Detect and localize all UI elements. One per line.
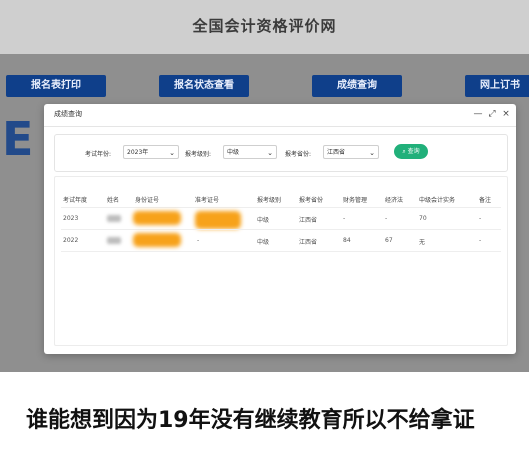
query-button[interactable]: ⌕ 查询 [394, 144, 428, 159]
nav-order-books[interactable]: 网上订书 [465, 75, 529, 97]
dialog-title: 成绩查询 [54, 110, 82, 118]
year-select[interactable]: 2023年 ⌄ [123, 145, 179, 159]
col-header-level: 报考级别 [257, 197, 282, 204]
table-cell-year: 2022 [63, 237, 79, 244]
maximize-icon[interactable]: ⤢ [486, 107, 498, 121]
province-label: 报考省份: [285, 151, 312, 158]
query-button-label: 查询 [407, 148, 420, 155]
minimize-icon[interactable]: — [472, 107, 484, 121]
redacted-id [133, 211, 181, 225]
table-cell-econ-law: - [385, 215, 388, 222]
col-header-finance: 财务管理 [343, 197, 368, 204]
nav-score-query[interactable]: 成绩查询 [312, 75, 402, 97]
level-select-value: 中级 [227, 149, 240, 156]
table-cell-level: 中级 [257, 239, 270, 246]
chevron-down-icon: ⌄ [169, 149, 175, 157]
redacted-id [133, 233, 181, 247]
results-table: 考试年度 姓名 身份证号 准考证号 报考级别 报考省份 财务管理 经济法 中级会… [54, 176, 508, 346]
table-cell-remark: - [479, 237, 482, 244]
site-header: 全国会计资格评价网 [0, 0, 529, 54]
table-cell-remark: - [479, 215, 482, 222]
province-select[interactable]: 江西省 ⌄ [323, 145, 379, 159]
redacted-name [107, 215, 121, 222]
redacted-admission [195, 211, 241, 229]
row-divider [61, 229, 501, 230]
background-graphic: E [2, 112, 34, 166]
level-select[interactable]: 中级 ⌄ [223, 145, 277, 159]
table-cell-finance: - [343, 215, 346, 222]
nav-status[interactable]: 报名状态查看 [159, 75, 249, 97]
col-header-province: 报考省份 [299, 197, 324, 204]
search-icon: ⌕ [402, 148, 406, 155]
col-header-remark: 备注 [479, 197, 492, 204]
row-divider [61, 251, 501, 252]
table-cell-province: 江西省 [299, 217, 318, 224]
table-cell-econ-law: 67 [385, 237, 393, 244]
col-header-year: 考试年度 [63, 197, 88, 204]
table-cell-accounting: 70 [419, 215, 427, 222]
screenshot-area: 全国会计资格评价网 报名表打印 报名状态查看 成绩查询 网上订书 E 成绩查询 … [0, 0, 529, 372]
redacted-name [107, 237, 121, 244]
chevron-down-icon: ⌄ [267, 149, 273, 157]
year-label: 考试年份: [85, 151, 112, 158]
col-header-econ-law: 经济法 [385, 197, 404, 204]
table-cell-year: 2023 [63, 215, 79, 222]
row-divider [61, 207, 501, 208]
site-title: 全国会计资格评价网 [192, 17, 337, 35]
dialog-titlebar: 成绩查询 — ⤢ × [44, 104, 516, 127]
nav-print-form[interactable]: 报名表打印 [6, 75, 106, 97]
filter-bar: 考试年份: 2023年 ⌄ 报考级别: 中级 ⌄ 报考省份: 江西省 ⌄ ⌕ 查… [54, 134, 508, 172]
close-icon[interactable]: × [500, 107, 512, 121]
score-query-dialog: 成绩查询 — ⤢ × 考试年份: 2023年 ⌄ 报考级别: 中级 ⌄ 报考省份… [44, 104, 516, 354]
table-cell-accounting: 无 [419, 239, 426, 246]
chevron-down-icon: ⌄ [369, 149, 375, 157]
col-header-admission: 准考证号 [195, 197, 220, 204]
table-cell-level: 中级 [257, 217, 270, 224]
level-label: 报考级别: [185, 151, 212, 158]
col-header-name: 姓名 [107, 197, 120, 204]
year-select-value: 2023年 [127, 149, 149, 156]
province-select-value: 江西省 [327, 149, 346, 156]
post-caption: 谁能想到因为19年没有继续教育所以不给拿证 [26, 408, 475, 433]
table-cell-province: 江西省 [299, 239, 318, 246]
table-cell-finance: 84 [343, 237, 351, 244]
col-header-accounting: 中级会计实务 [419, 197, 456, 204]
col-header-id: 身份证号 [135, 197, 160, 204]
table-cell-admission: - [197, 237, 200, 244]
